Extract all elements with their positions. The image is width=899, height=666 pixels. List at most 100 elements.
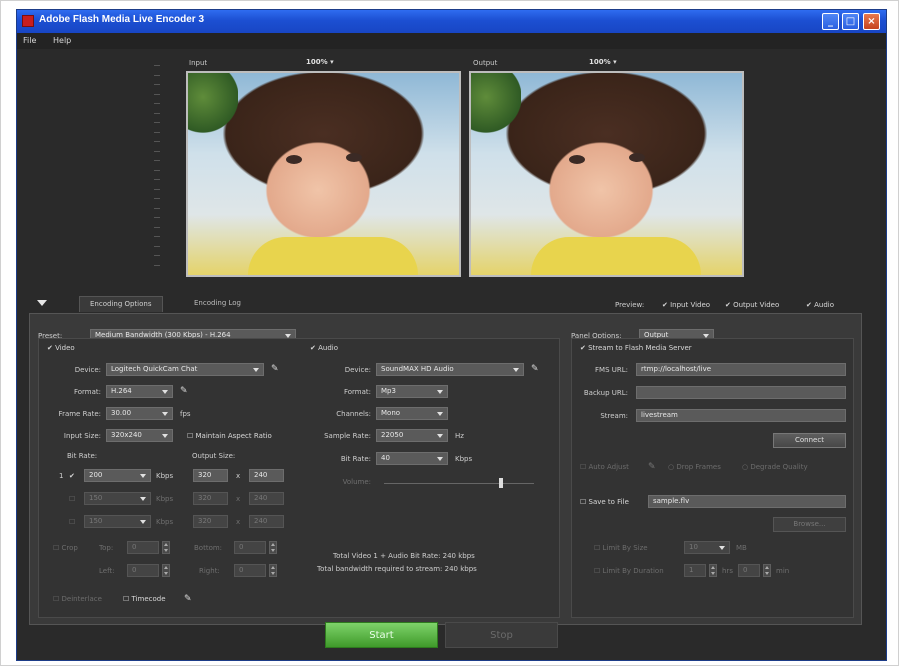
timecode-checkbox[interactable]: ☐ Timecode xyxy=(123,595,166,603)
minimize-icon[interactable]: _ xyxy=(822,13,839,30)
sample-rate-label: Sample Rate: xyxy=(324,432,371,440)
drop-frames-radio[interactable]: ○ Drop Frames xyxy=(668,463,721,471)
video-audio-section: ✔ Video Device: Logitech QuickCam Chat ✎… xyxy=(38,338,560,618)
channels-select[interactable]: Mono xyxy=(376,407,448,420)
input-label: Input xyxy=(189,59,208,67)
video-detail xyxy=(569,155,585,164)
wrench-icon[interactable]: ✎ xyxy=(271,364,281,374)
crop-left-field[interactable]: 0 xyxy=(127,564,159,577)
save-to-file-checkbox[interactable]: ☐ Save to File xyxy=(580,498,629,506)
bitrate-select[interactable]: 200 xyxy=(84,469,151,482)
input-size-select[interactable]: 320x240 xyxy=(106,429,173,442)
title-bar: Adobe Flash Media Live Encoder 3 _ □ × xyxy=(17,10,886,33)
wrench-icon[interactable]: ✎ xyxy=(648,462,658,472)
volume-label: Volume: xyxy=(342,478,371,486)
maintain-aspect-checkbox[interactable]: ☐ Maintain Aspect Ratio xyxy=(187,432,272,440)
deinterlace-checkbox[interactable]: ☐ Deinterlace xyxy=(53,595,102,603)
meter-tick xyxy=(154,198,160,199)
crop-right-stepper[interactable] xyxy=(269,564,277,577)
meter-tick xyxy=(154,160,160,161)
audio-format-label: Format: xyxy=(343,388,371,396)
start-button[interactable]: Start xyxy=(325,622,438,648)
bitrate-row-checkbox[interactable]: ✔ xyxy=(69,472,75,480)
output-width-field[interactable]: 320 xyxy=(193,515,228,528)
frame-rate-select[interactable]: 30.00 xyxy=(106,407,173,420)
crop-top-field[interactable]: 0 xyxy=(127,541,159,554)
output-width-field[interactable]: 320 xyxy=(193,469,228,482)
backup-url-field[interactable] xyxy=(636,386,846,399)
audio-device-select[interactable]: SoundMAX HD Audio xyxy=(376,363,524,376)
video-detail xyxy=(629,153,645,162)
input-video-preview xyxy=(186,71,461,277)
collapse-toggle-icon[interactable] xyxy=(37,300,47,306)
crop-bottom-field[interactable]: 0 xyxy=(234,541,266,554)
size-x-label: x xyxy=(236,518,241,526)
stream-to-fms-checkbox[interactable]: ✔ Stream to Flash Media Server xyxy=(580,344,692,352)
audio-bit-rate-select[interactable]: 40 xyxy=(376,452,448,465)
audio-checkbox[interactable]: ✔ Audio xyxy=(310,344,338,352)
meter-tick xyxy=(154,131,160,133)
audio-preview-checkbox[interactable]: ✔ Audio xyxy=(806,301,834,309)
bitrate-row-checkbox[interactable]: ☐ xyxy=(69,495,75,503)
fms-url-field[interactable]: rtmp://localhost/live xyxy=(636,363,846,376)
wrench-icon[interactable]: ✎ xyxy=(180,386,190,396)
stop-button[interactable]: Stop xyxy=(445,622,558,648)
limit-by-size-checkbox[interactable]: ☐ Limit By Size xyxy=(594,544,648,552)
meter-tick xyxy=(154,226,160,228)
video-background xyxy=(188,73,238,133)
degrade-quality-radio[interactable]: ○ Degrade Quality xyxy=(742,463,808,471)
crop-checkbox[interactable]: ☐ Crop xyxy=(53,544,78,552)
menu-file[interactable]: File xyxy=(23,36,36,45)
tab-encoding-options[interactable]: Encoding Options xyxy=(79,296,163,312)
audio-format-select[interactable]: Mp3 xyxy=(376,385,448,398)
video-format-select[interactable]: H.264 xyxy=(106,385,173,398)
output-size-header: Output Size: xyxy=(192,452,236,460)
maximize-icon[interactable]: □ xyxy=(842,13,859,30)
output-width-field[interactable]: 320 xyxy=(193,492,228,505)
output-height-field[interactable]: 240 xyxy=(249,469,284,482)
bitrate-select[interactable]: 150 xyxy=(84,515,151,528)
limit-size-select[interactable]: 10 xyxy=(684,541,730,554)
sample-rate-select[interactable]: 22050 xyxy=(376,429,448,442)
output-height-field[interactable]: 240 xyxy=(249,492,284,505)
audio-level-meter xyxy=(150,65,164,270)
crop-right-field[interactable]: 0 xyxy=(234,564,266,577)
close-icon[interactable]: × xyxy=(863,13,880,30)
duration-hours-field[interactable]: 1 xyxy=(684,564,706,577)
input-video-checkbox[interactable]: ✔ Input Video xyxy=(662,301,710,309)
kbps-label: Kbps xyxy=(455,455,473,463)
mb-label: MB xyxy=(736,544,747,552)
browse-button[interactable]: Browse... xyxy=(773,517,846,532)
connect-button[interactable]: Connect xyxy=(773,433,846,448)
video-checkbox[interactable]: ✔ Video xyxy=(47,344,75,352)
output-zoom-select[interactable]: 100% ▾ xyxy=(589,58,617,66)
meter-tick xyxy=(154,122,160,123)
crop-bottom-stepper[interactable] xyxy=(269,541,277,554)
stream-field[interactable]: livestream xyxy=(636,409,846,422)
crop-left-stepper[interactable] xyxy=(162,564,170,577)
duration-minutes-field[interactable]: 0 xyxy=(738,564,760,577)
bitrate-select[interactable]: 150 xyxy=(84,492,151,505)
video-format-label: Format: xyxy=(73,388,101,396)
output-height-field[interactable]: 240 xyxy=(249,515,284,528)
tab-encoding-log[interactable]: Encoding Log xyxy=(184,296,251,312)
window-title: Adobe Flash Media Live Encoder 3 xyxy=(39,14,205,25)
crop-top-label: Top: xyxy=(99,544,114,552)
wrench-icon[interactable]: ✎ xyxy=(531,364,541,374)
video-detail xyxy=(531,237,701,275)
output-video-checkbox[interactable]: ✔ Output Video xyxy=(725,301,779,309)
crop-top-stepper[interactable] xyxy=(162,541,170,554)
video-device-select[interactable]: Logitech QuickCam Chat xyxy=(106,363,264,376)
bitrate-row-checkbox[interactable]: ☐ xyxy=(69,518,75,526)
input-zoom-select[interactable]: 100% ▾ xyxy=(306,58,334,66)
save-file-field[interactable]: sample.flv xyxy=(648,495,846,508)
volume-slider[interactable] xyxy=(384,483,534,484)
duration-minutes-stepper[interactable] xyxy=(763,564,771,577)
meter-tick xyxy=(154,236,160,237)
volume-slider-thumb[interactable] xyxy=(499,478,503,488)
wrench-icon[interactable]: ✎ xyxy=(184,594,194,604)
menu-help[interactable]: Help xyxy=(53,36,71,45)
duration-hours-stepper[interactable] xyxy=(709,564,717,577)
limit-by-duration-checkbox[interactable]: ☐ Limit By Duration xyxy=(594,567,664,575)
auto-adjust-checkbox[interactable]: ☐ Auto Adjust xyxy=(580,463,629,471)
